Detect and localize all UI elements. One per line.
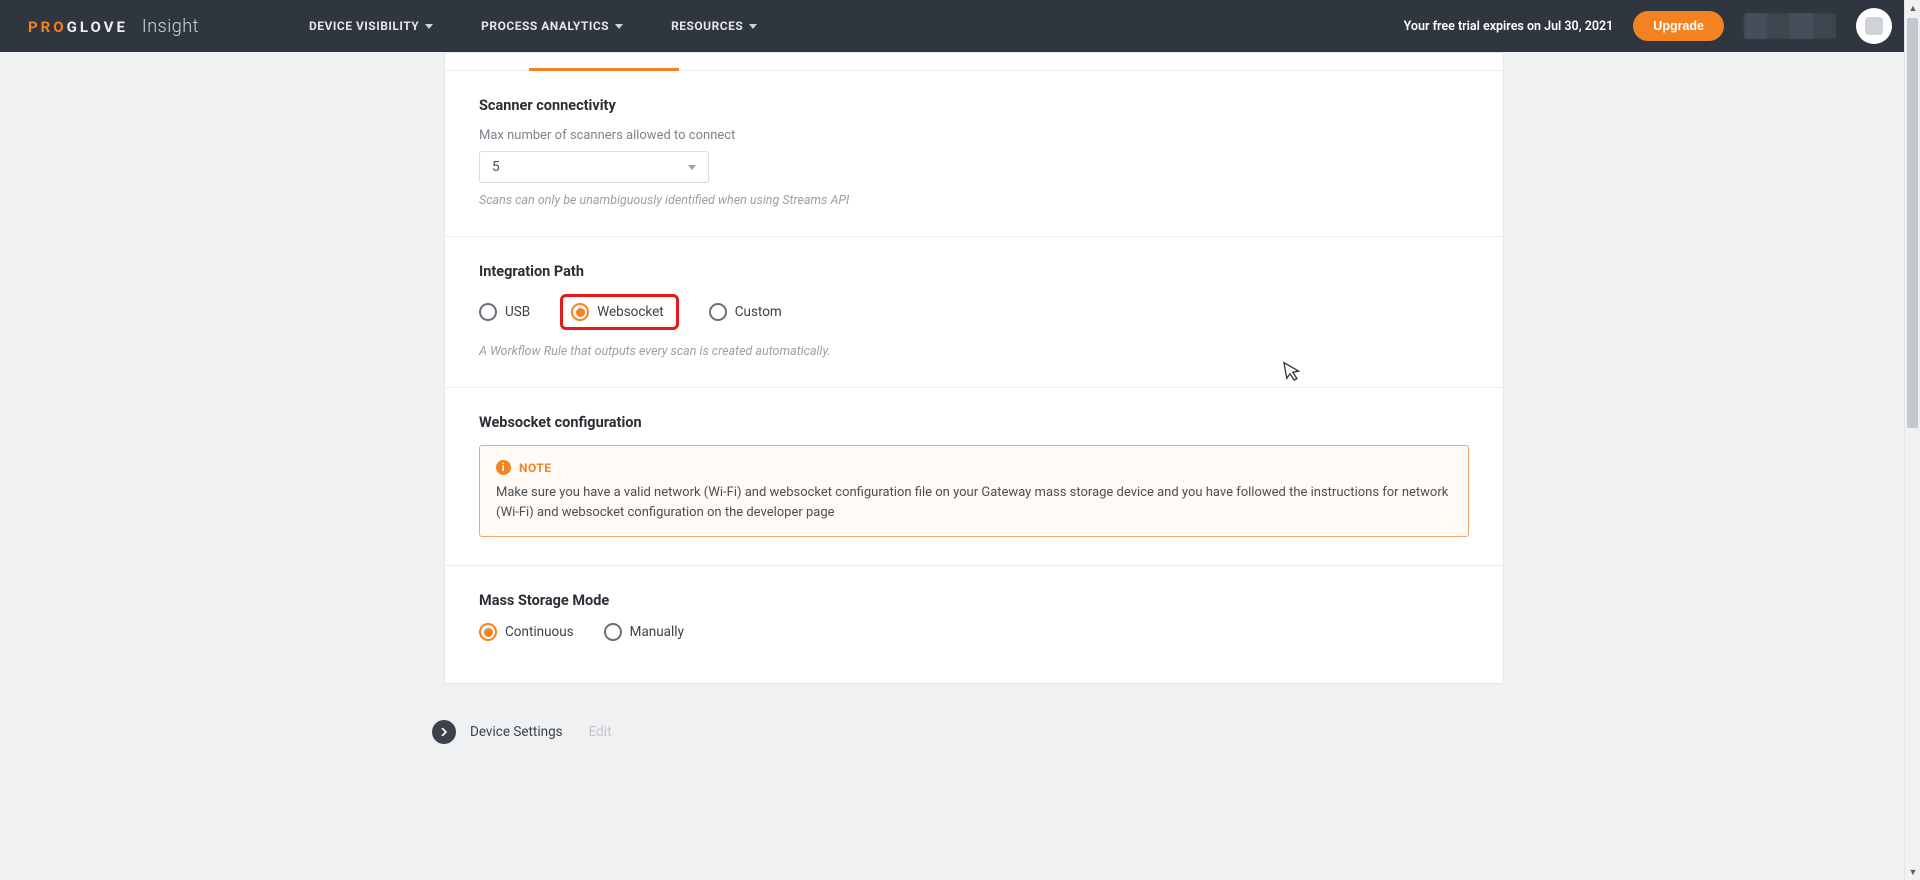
avatar-placeholder-icon	[1865, 17, 1883, 35]
top-nav-bar: PROGLOVE Insight DEVICE VISIBILITY PROCE…	[0, 0, 1920, 52]
field-hint: Scans can only be unambiguously identifi…	[479, 193, 1469, 208]
radio-websocket[interactable]: Websocket	[571, 303, 664, 321]
radio-icon	[709, 303, 727, 321]
nav-label: DEVICE VISIBILITY	[309, 19, 419, 33]
section-scanner-connectivity: Scanner connectivity Max number of scann…	[445, 71, 1503, 237]
caret-down-icon	[688, 165, 696, 170]
breadcrumb-sub: Edit	[589, 724, 612, 740]
radio-label: USB	[505, 304, 530, 320]
field-label: Max number of scanners allowed to connec…	[479, 128, 1469, 143]
section-integration-path: Integration Path USB Websocket	[445, 237, 1503, 388]
section-websocket-config: Websocket configuration i NOTE Make sure…	[445, 388, 1503, 566]
section-title: Mass Storage Mode	[479, 592, 1469, 609]
note-body: Make sure you have a valid network (Wi-F…	[496, 483, 1452, 522]
field-hint: A Workflow Rule that outputs every scan …	[479, 344, 1469, 359]
chevron-down-icon	[615, 24, 623, 29]
note-callout: i NOTE Make sure you have a valid networ…	[479, 445, 1469, 537]
brand-product: Insight	[142, 16, 199, 37]
radio-label: Websocket	[597, 304, 664, 320]
radio-icon	[479, 303, 497, 321]
note-label: NOTE	[519, 461, 552, 475]
mass-storage-radio-group: Continuous Manually	[479, 623, 1469, 641]
nav-device-visibility[interactable]: DEVICE VISIBILITY	[309, 19, 433, 33]
integration-radio-group: USB Websocket Custom	[479, 294, 1469, 330]
obscured-user-name	[1744, 13, 1836, 39]
section-title: Integration Path	[479, 263, 1469, 280]
max-scanners-select[interactable]: 5	[479, 151, 709, 183]
nav-process-analytics[interactable]: PROCESS ANALYTICS	[481, 19, 623, 33]
tab-strip-remnant	[445, 53, 1503, 71]
section-mass-storage: Mass Storage Mode Continuous Manually	[445, 566, 1503, 683]
brand-logo: PROGLOVE Insight	[28, 16, 199, 37]
radio-label: Custom	[735, 304, 782, 320]
note-header: i NOTE	[496, 460, 1452, 475]
chevron-down-icon	[749, 24, 757, 29]
primary-nav: DEVICE VISIBILITY PROCESS ANALYTICS RESO…	[309, 19, 757, 33]
avatar[interactable]	[1856, 8, 1892, 44]
vertical-scrollbar[interactable]: ▲ ▼	[1904, 0, 1920, 880]
breadcrumb-main[interactable]: Device Settings	[470, 724, 563, 740]
radio-usb[interactable]: USB	[479, 303, 530, 321]
select-value: 5	[492, 159, 500, 175]
active-tab-underline	[529, 68, 679, 71]
highlight-websocket: Websocket	[560, 294, 679, 330]
radio-label: Continuous	[505, 624, 574, 640]
chevron-down-icon	[425, 24, 433, 29]
nav-label: RESOURCES	[671, 19, 743, 33]
scroll-down-icon[interactable]: ▼	[1905, 864, 1920, 880]
info-icon: i	[496, 460, 511, 475]
topbar-right: Your free trial expires on Jul 30, 2021 …	[1404, 8, 1892, 44]
breadcrumb: Device Settings Edit	[444, 720, 1504, 744]
radio-continuous[interactable]: Continuous	[479, 623, 574, 641]
trial-expiry-text: Your free trial expires on Jul 30, 2021	[1404, 19, 1614, 34]
brand-glove: GLOVE	[67, 18, 128, 36]
nav-label: PROCESS ANALYTICS	[481, 19, 609, 33]
radio-custom[interactable]: Custom	[709, 303, 782, 321]
brand-pro: PRO	[28, 18, 67, 36]
section-title: Scanner connectivity	[479, 97, 1469, 114]
breadcrumb-expand-button[interactable]	[432, 720, 456, 744]
section-title: Websocket configuration	[479, 414, 1469, 431]
nav-resources[interactable]: RESOURCES	[671, 19, 757, 33]
radio-manually[interactable]: Manually	[604, 623, 684, 641]
settings-card: Scanner connectivity Max number of scann…	[444, 52, 1504, 684]
chevron-right-icon	[440, 728, 448, 736]
upgrade-button[interactable]: Upgrade	[1633, 11, 1724, 41]
radio-icon	[479, 623, 497, 641]
radio-icon	[571, 303, 589, 321]
scroll-up-icon[interactable]: ▲	[1905, 0, 1920, 16]
scroll-thumb[interactable]	[1907, 18, 1918, 428]
radio-icon	[604, 623, 622, 641]
radio-label: Manually	[630, 624, 684, 640]
